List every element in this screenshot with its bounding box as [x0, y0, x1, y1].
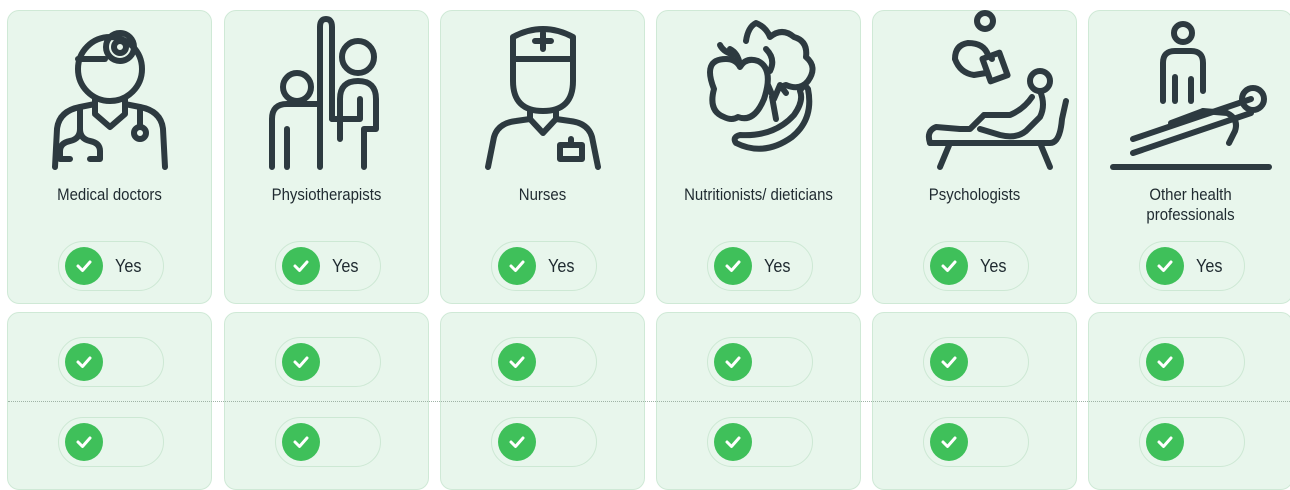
check-pill [58, 337, 164, 387]
profession-card-other-health-professionals: Other health professionals Yes [1088, 10, 1290, 304]
check-icon [930, 247, 968, 285]
profession-label: Psychologists [928, 185, 1021, 204]
status-text: Yes [115, 255, 142, 276]
profession-card-nutritionists: Nutritionists/ dieticians Yes [656, 10, 861, 304]
check-pill [1139, 337, 1245, 387]
profession-label: Physiotherapists [271, 185, 382, 204]
profession-card-psychologists: Psychologists Yes [872, 9, 1077, 304]
check-pill [923, 337, 1029, 387]
status-text: Yes [548, 255, 575, 276]
status-pill: Yes [491, 241, 597, 291]
status-pill: Yes [1139, 241, 1245, 291]
status-text: Yes [980, 255, 1007, 276]
check-icon [714, 343, 752, 381]
check-icon [282, 423, 320, 461]
check-pill [923, 417, 1029, 467]
physiotherapist-icon [268, 15, 379, 170]
nutritionist-icon [706, 19, 815, 152]
check-pill [1139, 417, 1245, 467]
profession-card-nurses: Nurses Yes [440, 10, 645, 304]
check-icon [714, 423, 752, 461]
check-pill [275, 417, 381, 467]
check-icon [1146, 423, 1184, 461]
check-pill [707, 417, 813, 467]
psychologist-icon [925, 9, 1069, 170]
health-professional-icon [1109, 20, 1272, 170]
check-icon [65, 423, 103, 461]
check-icon [930, 343, 968, 381]
status-pill: Yes [275, 241, 381, 291]
check-icon [1146, 247, 1184, 285]
check-pill [707, 337, 813, 387]
check-pill [58, 417, 164, 467]
doctor-icon [51, 29, 168, 170]
check-icon [282, 247, 320, 285]
check-icon [930, 423, 968, 461]
profession-card-medical-doctors: Medical doctors Yes [7, 10, 212, 304]
check-pill [275, 337, 381, 387]
status-text: Yes [1196, 255, 1223, 276]
row-divider [8, 401, 1290, 402]
check-icon [498, 423, 536, 461]
check-icon [498, 247, 536, 285]
status-pill: Yes [58, 241, 164, 291]
status-pill: Yes [707, 241, 813, 291]
check-icon [1146, 343, 1184, 381]
check-pill [491, 337, 597, 387]
profession-label: Nurses [518, 185, 567, 204]
profession-label: Nutritionists/ dieticians [684, 185, 833, 204]
status-text: Yes [332, 255, 359, 276]
check-icon [282, 343, 320, 381]
status-pill: Yes [923, 241, 1029, 291]
profession-card-physiotherapists: Physiotherapists Yes [224, 10, 429, 304]
profession-label: Medical doctors [57, 185, 162, 204]
check-pill [491, 417, 597, 467]
check-icon [65, 343, 103, 381]
check-icon [714, 247, 752, 285]
status-text: Yes [764, 255, 791, 276]
check-icon [498, 343, 536, 381]
nurse-icon [484, 25, 601, 170]
check-icon [65, 247, 103, 285]
profession-label: Other health professionals [1146, 185, 1235, 224]
